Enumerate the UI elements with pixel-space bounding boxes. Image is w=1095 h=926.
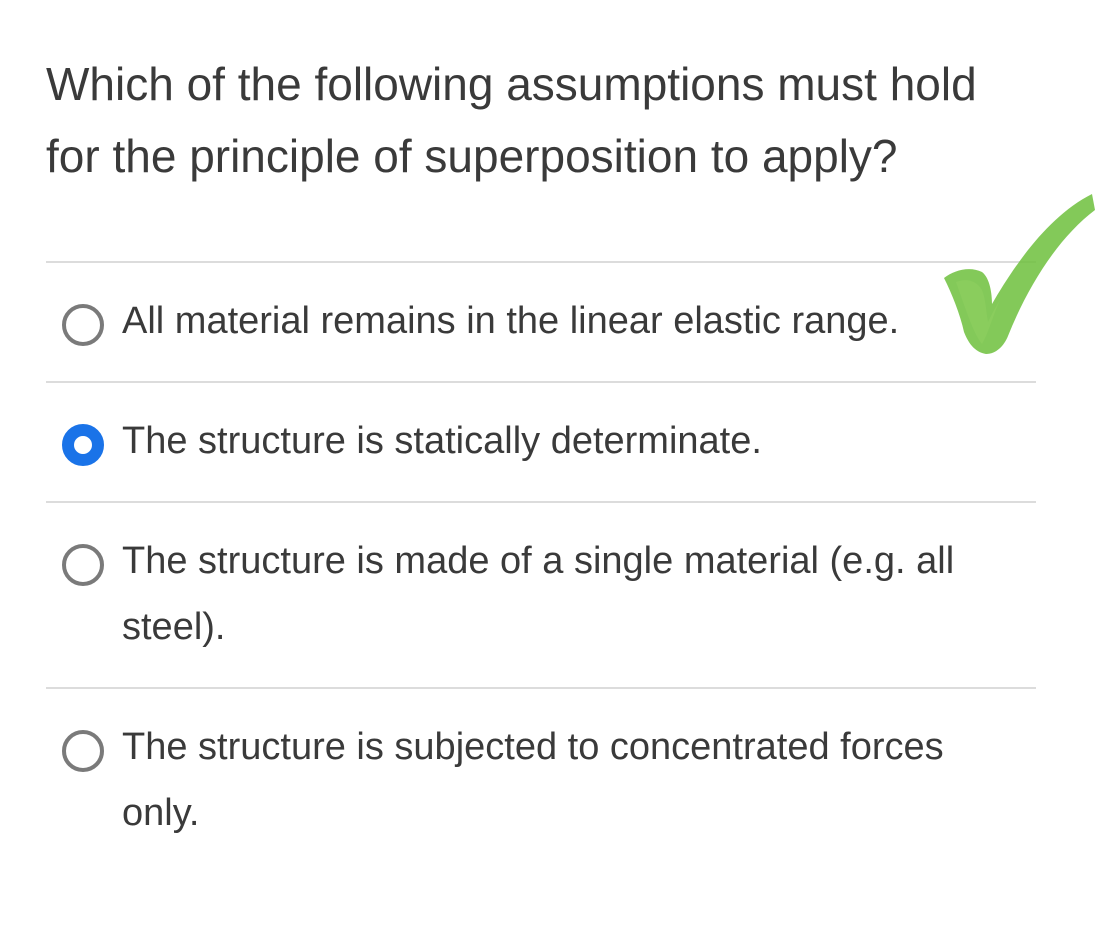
question-text: Which of the following assumptions must … xyxy=(46,58,977,182)
option-3-label[interactable]: The structure is made of a single materi… xyxy=(122,528,1026,660)
radio-button-unselected[interactable] xyxy=(62,544,104,586)
option-4[interactable]: The structure is subjected to concentrat… xyxy=(46,687,1036,867)
option-2[interactable]: The structure is statically determinate. xyxy=(46,381,1036,501)
radio-button-unselected[interactable] xyxy=(62,730,104,772)
option-2-label[interactable]: The structure is statically determinate. xyxy=(122,408,1026,474)
option-3[interactable]: The structure is made of a single materi… xyxy=(46,501,1036,687)
option-1[interactable]: All material remains in the linear elast… xyxy=(46,261,1036,381)
answer-options: All material remains in the linear elast… xyxy=(46,261,1036,867)
radio-button-unselected[interactable] xyxy=(62,304,104,346)
option-1-label[interactable]: All material remains in the linear elast… xyxy=(122,288,1026,354)
radio-button-selected[interactable] xyxy=(62,424,104,466)
green-checkmark-icon xyxy=(944,194,1095,354)
option-4-label[interactable]: The structure is subjected to concentrat… xyxy=(122,714,1026,846)
